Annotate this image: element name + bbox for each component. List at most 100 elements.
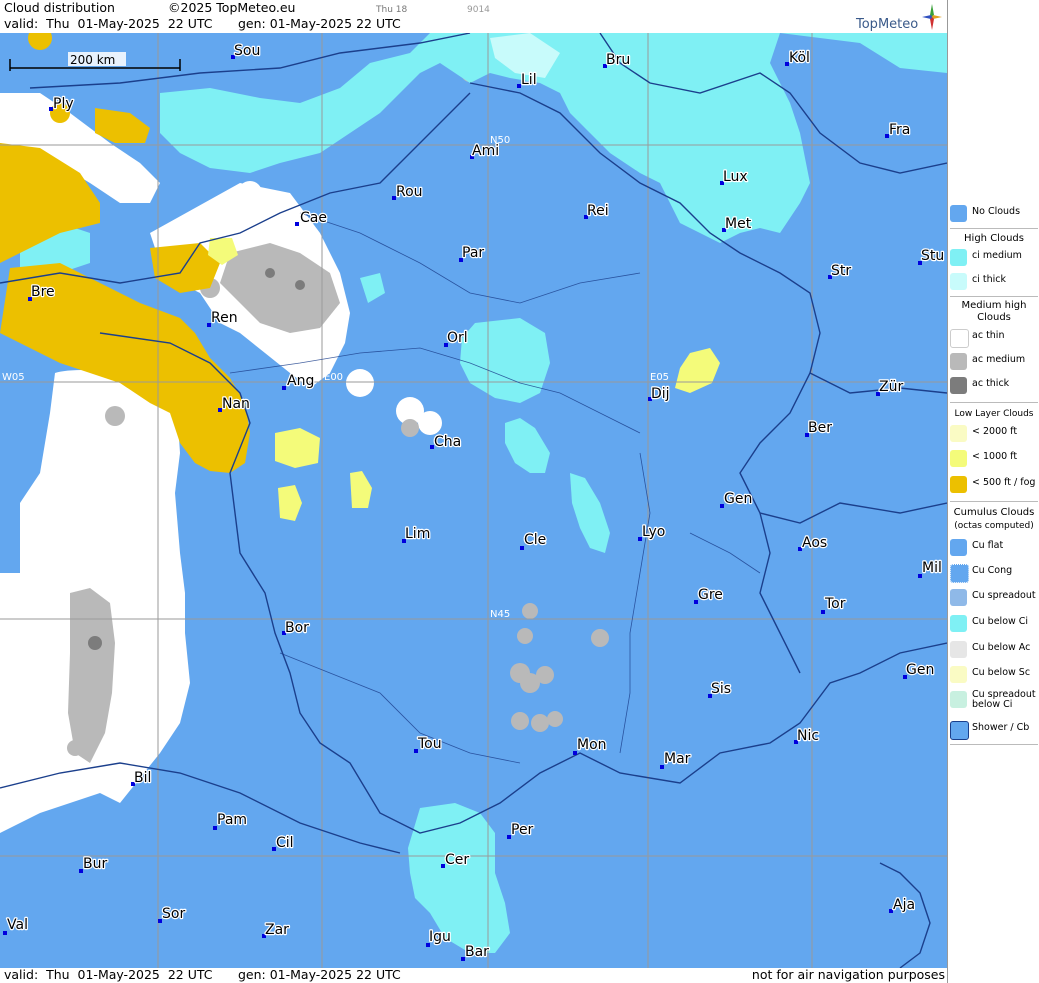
legend-cu-below-ac: Cu below Ac bbox=[948, 639, 1039, 661]
legend-cu-flat: Cu flat bbox=[948, 537, 1039, 559]
city-label: Per bbox=[511, 822, 534, 838]
legend-label: Cu Cong bbox=[972, 565, 1013, 576]
legend-ac-thick: ac thick bbox=[948, 375, 1039, 397]
legend-medium-high-heading: Medium high Clouds bbox=[961, 300, 1027, 323]
legend-low-500: < 500 ft / fog bbox=[948, 474, 1039, 496]
city-label: Cil bbox=[276, 835, 294, 851]
city-label: Orl bbox=[447, 330, 468, 346]
ac-thin-swatch bbox=[950, 329, 969, 348]
city-label: Mon bbox=[577, 737, 607, 753]
grid-label-w05: W05 bbox=[2, 372, 25, 383]
legend-cumulus-subheading: (octas computed) bbox=[954, 521, 1034, 531]
cu-below-sc-swatch bbox=[950, 666, 967, 683]
valid-time: valid: Thu 01-May-2025 22 UTC bbox=[4, 16, 213, 31]
legend-label: No Clouds bbox=[972, 206, 1021, 217]
cloud-legend: No Clouds High Clouds ci medium ci thick… bbox=[947, 0, 1039, 983]
legend-label: ac thin bbox=[972, 330, 1005, 341]
grid-label-e00: E00 bbox=[324, 372, 343, 383]
footer-valid-time: valid: Thu 01-May-2025 22 UTC bbox=[4, 967, 213, 982]
legend-label: < 2000 ft bbox=[972, 426, 1018, 437]
topmeteo-logo[interactable]: TopMeteo bbox=[854, 2, 944, 32]
chart-title: Cloud distribution bbox=[4, 0, 115, 15]
city-label: Val bbox=[7, 917, 28, 933]
logo-text: TopMeteo bbox=[856, 17, 919, 32]
city-label: Tor bbox=[824, 596, 846, 612]
cloud-map-canvas: W05 E00 E05 N50 N45 200 km Sou Bru Köl P… bbox=[0, 33, 947, 968]
legend-label: ci medium bbox=[972, 250, 1022, 261]
city-label: Gre bbox=[698, 587, 723, 603]
footer-disclaimer: not for air navigation purposes bbox=[751, 967, 945, 982]
city-label: Lux bbox=[723, 169, 748, 185]
legend-label: ac thick bbox=[972, 378, 1010, 389]
legend-high-clouds-heading: High Clouds bbox=[964, 233, 1024, 244]
generated-time: gen: 01-May-2025 22 UTC bbox=[238, 16, 401, 31]
city-label: Cae bbox=[300, 210, 327, 226]
legend-label: Cu below Ac bbox=[972, 642, 1031, 653]
city-label: Bur bbox=[83, 856, 107, 872]
legend-low-1000: < 1000 ft bbox=[948, 448, 1039, 470]
legend-cu-below-sc: Cu below Sc bbox=[948, 664, 1039, 686]
city-label: Bre bbox=[31, 284, 55, 300]
city-label: Rou bbox=[396, 184, 423, 200]
legend-label: Cu below Sc bbox=[972, 667, 1031, 678]
legend-cu-spreadout: Cu spreadout bbox=[948, 587, 1039, 609]
footer-generated-time: gen: 01-May-2025 22 UTC bbox=[238, 967, 401, 982]
legend-label: Shower / Cb bbox=[972, 722, 1030, 733]
city-label: Sor bbox=[162, 906, 185, 922]
city-label: Tou bbox=[417, 736, 442, 752]
city-label: Fra bbox=[889, 122, 910, 138]
day-tag: Thu 18 bbox=[376, 5, 408, 15]
city-label: Ber bbox=[808, 420, 832, 436]
city-label: Bar bbox=[465, 944, 489, 960]
city-label: Ply bbox=[53, 96, 74, 112]
city-label: Ren bbox=[211, 310, 238, 326]
scale-label: 200 km bbox=[70, 53, 115, 67]
cloud-map[interactable]: W05 E00 E05 N50 N45 200 km Sou Bru Köl P… bbox=[0, 33, 947, 968]
legend-low-layer-heading: Low Layer Clouds bbox=[954, 409, 1034, 419]
city-label: Sis bbox=[711, 681, 731, 697]
city-label: Lim bbox=[405, 526, 430, 542]
legend-cu-below-ci: Cu below Ci bbox=[948, 613, 1039, 635]
ac-medium-swatch bbox=[950, 353, 967, 370]
legend-ci-medium: ci medium bbox=[948, 247, 1039, 269]
city-label: Köl bbox=[789, 50, 810, 66]
product-code: 9014 bbox=[467, 5, 490, 15]
cu-spreadout-below-ci-swatch bbox=[950, 691, 967, 708]
cu-below-ac-swatch bbox=[950, 641, 967, 658]
legend-ac-thin: ac thin bbox=[948, 327, 1039, 349]
city-label: Str bbox=[831, 263, 851, 279]
city-label: Ang bbox=[287, 373, 314, 389]
grid-label-n45: N45 bbox=[490, 609, 510, 620]
city-label: Cle bbox=[524, 532, 546, 548]
ci-thick-swatch bbox=[950, 273, 967, 290]
city-label: Rei bbox=[587, 203, 609, 219]
legend-label: ci thick bbox=[972, 274, 1006, 285]
legend-label: < 1000 ft bbox=[972, 451, 1018, 462]
legend-cu-spreadout-below-ci: Cu spreadout below Ci bbox=[948, 689, 1039, 715]
city-label: Dij bbox=[651, 386, 670, 402]
city-label: Met bbox=[725, 216, 752, 232]
low-500-swatch bbox=[950, 476, 967, 493]
legend-label: Cu spreadout bbox=[972, 590, 1036, 601]
city-label: Aos bbox=[802, 535, 827, 551]
city-label: Nic bbox=[797, 728, 819, 744]
city-label: Bru bbox=[606, 52, 630, 68]
legend-low-2000: < 2000 ft bbox=[948, 423, 1039, 445]
city-label: Cer bbox=[445, 852, 469, 868]
legend-label: Cu flat bbox=[972, 540, 1004, 551]
city-label: Gen bbox=[906, 662, 934, 678]
city-label: Nan bbox=[222, 396, 250, 412]
grid-label-e05: E05 bbox=[650, 372, 669, 383]
city-label: Bil bbox=[134, 770, 151, 786]
legend-ac-medium: ac medium bbox=[948, 351, 1039, 373]
cu-below-ci-swatch bbox=[950, 615, 967, 632]
city-label: Sou bbox=[234, 43, 260, 59]
compass-icon bbox=[922, 4, 942, 30]
cu-flat-swatch bbox=[950, 539, 967, 556]
city-label: Ami bbox=[472, 143, 499, 159]
legend-label: ac medium bbox=[972, 354, 1026, 365]
city-label: Cha bbox=[434, 434, 461, 450]
city-label: Gen bbox=[724, 491, 752, 507]
city-label: Par bbox=[462, 245, 484, 261]
city-label: Zür bbox=[879, 379, 903, 395]
